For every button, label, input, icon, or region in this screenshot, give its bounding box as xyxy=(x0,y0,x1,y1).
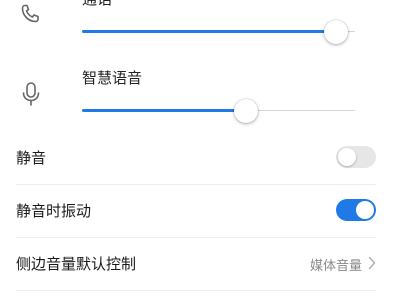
smart-voice-volume-thumb[interactable] xyxy=(233,99,258,123)
side-volume-control-row[interactable]: 侧边音量默认控制 媒体音量 xyxy=(16,238,376,290)
mute-toggle-knob xyxy=(338,148,356,166)
microphone-icon xyxy=(20,80,42,112)
phone-icon xyxy=(18,2,42,30)
vibrate-on-mute-toggle-knob xyxy=(356,201,374,219)
smart-voice-volume-slider[interactable] xyxy=(82,99,355,123)
side-volume-control-value: 媒体音量 xyxy=(309,259,362,274)
call-volume-fill xyxy=(82,30,336,33)
vibrate-on-mute-toggle[interactable] xyxy=(336,199,376,221)
chevron-right-icon xyxy=(368,255,376,274)
mute-label: 静音 xyxy=(16,149,47,167)
smart-voice-volume-label: 智慧语音 xyxy=(82,69,143,87)
mute-row[interactable]: 静音 xyxy=(16,132,376,184)
divider xyxy=(16,290,376,291)
vibrate-on-mute-row[interactable]: 静音时振动 xyxy=(16,185,376,237)
call-volume-thumb[interactable] xyxy=(323,20,348,44)
call-volume-label: 通话 xyxy=(82,0,112,9)
mute-toggle[interactable] xyxy=(336,146,376,168)
side-volume-control-label: 侧边音量默认控制 xyxy=(16,255,137,273)
vibrate-on-mute-label: 静音时振动 xyxy=(16,202,92,220)
call-volume-slider[interactable] xyxy=(82,20,355,44)
smart-voice-volume-fill xyxy=(82,109,246,112)
